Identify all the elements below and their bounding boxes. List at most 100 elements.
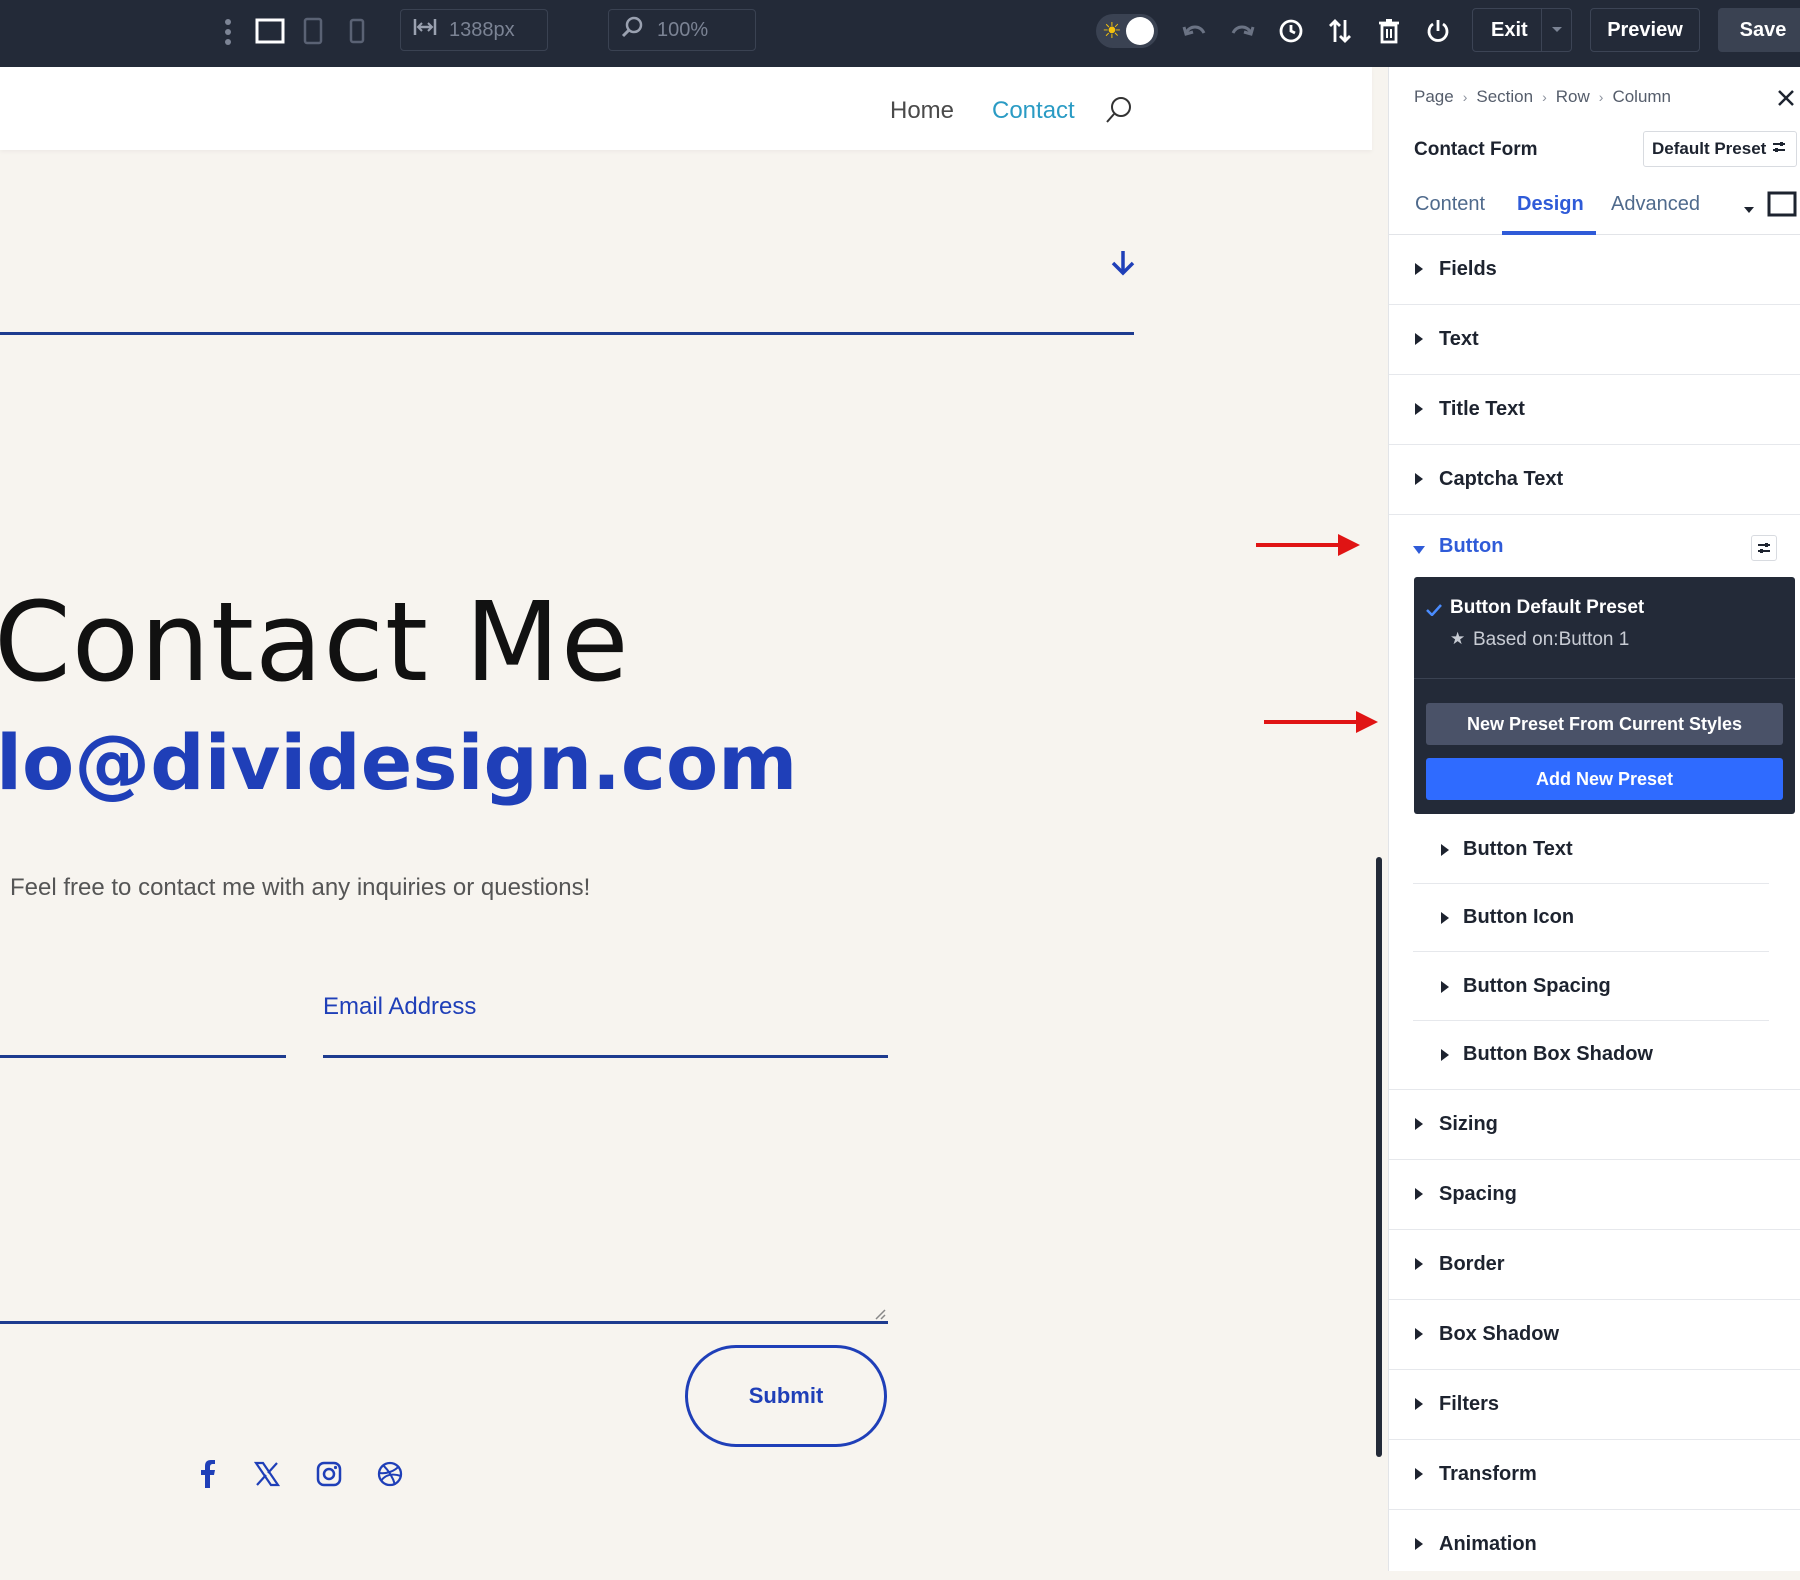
resize-handle-icon[interactable] <box>874 1307 886 1325</box>
group-label: Title Text <box>1439 398 1525 420</box>
group-label: Transform <box>1439 1463 1537 1485</box>
group-text[interactable]: Text <box>1389 305 1800 375</box>
breadcrumb-chevron-icon: › <box>1462 89 1468 105</box>
group-filters[interactable]: Filters <box>1389 1370 1800 1440</box>
breadcrumb-chevron-icon: › <box>1542 89 1547 105</box>
group-button-header[interactable]: Button <box>1389 515 1800 575</box>
subgroup-button-spacing[interactable]: Button Spacing <box>1413 953 1769 1021</box>
trash-icon[interactable] <box>1374 16 1404 46</box>
submit-label: Submit <box>748 1383 824 1408</box>
dribbble-icon[interactable] <box>377 1461 403 1492</box>
breadcrumb-row[interactable]: Row <box>1556 87 1590 107</box>
tab-content[interactable]: Content <box>1415 193 1485 216</box>
width-icon <box>413 17 437 43</box>
star-icon: ★ <box>1450 629 1466 648</box>
nav-home-link[interactable]: Home <box>890 97 954 125</box>
group-spacing[interactable]: Spacing <box>1389 1160 1800 1230</box>
caret-down-icon <box>1413 541 1425 559</box>
more-options-icon[interactable] <box>218 14 238 50</box>
view-mode-icon[interactable] <box>1767 191 1797 222</box>
panel-tabs: Content Design Advanced <box>1389 177 1800 235</box>
submit-button[interactable]: Submit <box>685 1345 887 1447</box>
email-address-field[interactable]: Email Address <box>323 993 476 1021</box>
group-sizing[interactable]: Sizing <box>1389 1090 1800 1160</box>
history-icon[interactable] <box>1276 16 1306 46</box>
caret-right-icon <box>1441 844 1449 856</box>
contact-email-link[interactable]: lo@dividesign.com <box>0 725 797 801</box>
facebook-icon[interactable] <box>196 1459 218 1494</box>
undo-icon[interactable] <box>1180 16 1210 46</box>
power-icon[interactable] <box>1423 16 1453 46</box>
breadcrumb-page[interactable]: Page <box>1414 87 1454 107</box>
breadcrumb-section[interactable]: Section <box>1476 87 1533 107</box>
name-field-underline[interactable] <box>0 1055 286 1058</box>
group-border[interactable]: Border <box>1389 1230 1800 1300</box>
annotation-arrow-new-preset <box>1264 711 1378 733</box>
group-captcha-text[interactable]: Captcha Text <box>1389 445 1800 515</box>
subgroup-button-icon[interactable]: Button Icon <box>1413 884 1769 952</box>
builder-toolbar: 1388px 100% ☀ Exit Preview Save <box>0 0 1800 67</box>
caret-right-icon <box>1415 473 1423 485</box>
sort-icon[interactable] <box>1325 16 1355 46</box>
group-label: Box Shadow <box>1439 1323 1560 1345</box>
nav-contact-link[interactable]: Contact <box>992 97 1075 125</box>
tab-advanced[interactable]: Advanced <box>1611 193 1700 216</box>
subgroup-label: Button Text <box>1463 838 1573 860</box>
group-label: Captcha Text <box>1439 468 1564 490</box>
breadcrumb-column[interactable]: Column <box>1612 87 1671 107</box>
subgroup-button-box-shadow[interactable]: Button Box Shadow <box>1413 1021 1769 1089</box>
tab-design[interactable]: Design <box>1517 193 1584 216</box>
group-label: Fields <box>1439 258 1497 280</box>
exit-button[interactable]: Exit <box>1472 8 1572 52</box>
preset-option-current[interactable]: Button Default Preset ★ Based on:Button … <box>1414 577 1795 679</box>
message-field-underline[interactable] <box>0 1321 888 1324</box>
group-animation[interactable]: Animation <box>1389 1510 1800 1580</box>
subgroup-label: Button Box Shadow <box>1463 1043 1653 1065</box>
group-label: Border <box>1439 1253 1505 1275</box>
close-icon[interactable] <box>1777 89 1795 112</box>
zoom-field[interactable]: 100% <box>608 9 756 51</box>
phone-view-icon[interactable] <box>344 16 370 46</box>
checkmark-icon <box>1426 603 1442 621</box>
exit-label: Exit <box>1491 18 1528 41</box>
group-fields[interactable]: Fields <box>1389 235 1800 305</box>
email-field-underline[interactable] <box>323 1055 888 1058</box>
preset-name: Button Default Preset <box>1450 597 1645 618</box>
canvas-scrollbar[interactable] <box>1376 857 1382 1457</box>
exit-dropdown-chevron-icon[interactable] <box>1541 9 1571 51</box>
tablet-view-icon[interactable] <box>300 16 326 46</box>
group-label: Animation <box>1439 1533 1537 1555</box>
caret-right-icon <box>1415 1258 1423 1270</box>
breadcrumb: Page › Section › Row › Column <box>1414 87 1671 107</box>
canvas-width-field[interactable]: 1388px <box>400 9 548 51</box>
group-box-shadow[interactable]: Box Shadow <box>1389 1300 1800 1370</box>
add-new-preset-button[interactable]: Add New Preset <box>1426 758 1783 800</box>
group-transform[interactable]: Transform <box>1389 1440 1800 1510</box>
module-title: Contact Form <box>1414 139 1538 160</box>
preset-dropdown: Button Default Preset ★ Based on:Button … <box>1414 577 1795 814</box>
theme-toggle[interactable]: ☀ <box>1096 14 1158 48</box>
caret-right-icon <box>1415 1538 1423 1550</box>
search-icon[interactable] <box>1104 95 1134 130</box>
caret-right-icon <box>1441 1049 1449 1061</box>
instagram-icon[interactable] <box>316 1461 342 1492</box>
group-label: Text <box>1439 328 1479 350</box>
redo-icon[interactable] <box>1227 16 1257 46</box>
arrow-down-icon[interactable] <box>1110 249 1136 282</box>
caret-right-icon <box>1441 912 1449 924</box>
group-button-label: Button <box>1439 535 1504 557</box>
preview-button[interactable]: Preview <box>1590 8 1700 52</box>
tab-dropdown-icon[interactable] <box>1743 201 1755 219</box>
preset-selector[interactable]: Default Preset <box>1643 131 1797 167</box>
group-title-text[interactable]: Title Text <box>1389 375 1800 445</box>
x-twitter-icon[interactable] <box>253 1461 281 1492</box>
subgroup-button-text[interactable]: Button Text <box>1413 816 1769 884</box>
new-preset-label: New Preset From Current Styles <box>1466 713 1743 734</box>
caret-right-icon <box>1415 263 1423 275</box>
desktop-view-icon[interactable] <box>254 16 286 46</box>
save-button[interactable]: Save <box>1718 8 1800 52</box>
preset-settings-icon[interactable] <box>1751 535 1777 561</box>
caret-right-icon <box>1441 981 1449 993</box>
new-preset-from-current-button[interactable]: New Preset From Current Styles <box>1426 703 1783 745</box>
settings-panel: Page › Section › Row › Column Contact Fo… <box>1388 67 1800 1571</box>
